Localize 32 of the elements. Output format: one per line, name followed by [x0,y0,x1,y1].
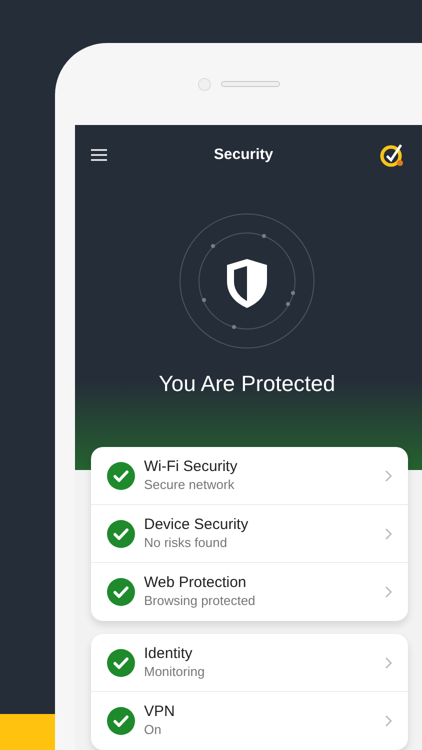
chevron-icon [385,528,392,540]
screen-title: Security [212,144,274,165]
check-icon [107,578,135,606]
status-row[interactable]: Wi-Fi Security Secure network [91,447,408,505]
row-subtitle: Monitoring [144,662,206,680]
check-icon [107,648,135,676]
chevron-icon [385,656,392,668]
row-subtitle: Browsing protected [144,592,256,610]
protection-status: You Are Protected [158,370,336,398]
chevron-icon [385,715,392,727]
row-title: Identity [144,644,194,662]
check-icon [107,462,135,490]
chevron-icon [385,470,392,482]
speaker-icon [220,81,280,87]
row-title: VPN [144,703,176,721]
check-icon [107,707,135,735]
row-subtitle: Secure network [144,476,236,494]
row-title: Wi-Fi Security [144,458,238,476]
row-title: Web Protection [144,574,248,592]
check-icon [107,520,135,548]
accent-bar [0,714,55,750]
status-row[interactable]: Web Protection Browsing protected [91,563,408,621]
status-row[interactable]: Identity Monitoring [91,634,408,692]
row-subtitle: No risks found [144,534,228,552]
status-row[interactable]: VPN On [91,692,408,750]
row-subtitle: On [144,721,162,739]
row-title: Device Security [144,516,250,534]
chevron-icon [385,586,392,598]
camera-icon [198,78,210,90]
status-row[interactable]: Device Security No risks found [91,505,408,563]
menu-icon[interactable] [91,149,107,161]
logo-icon [380,142,406,168]
